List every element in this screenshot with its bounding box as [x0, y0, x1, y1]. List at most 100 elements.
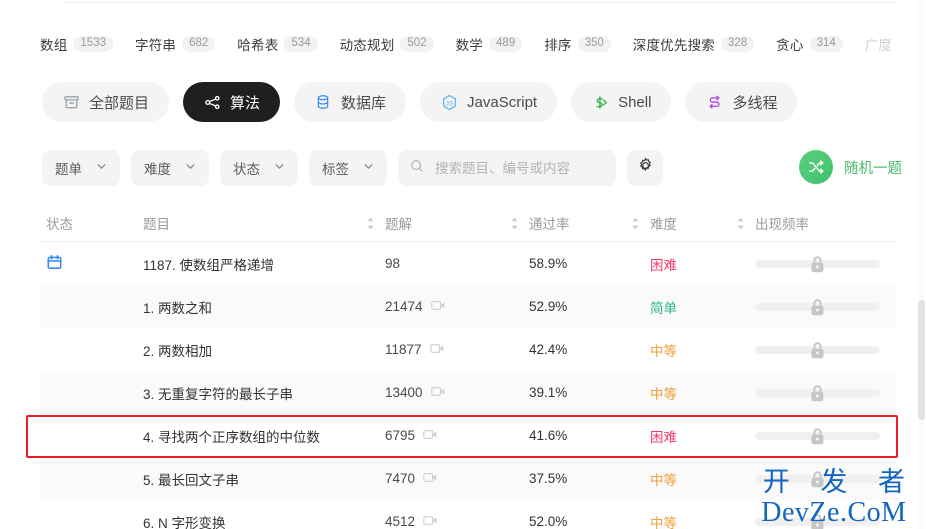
- video-icon[interactable]: [430, 384, 446, 402]
- category-pill-2[interactable]: 算法: [183, 82, 281, 122]
- tag-count: 534: [284, 36, 318, 52]
- top-divider: [62, 2, 898, 3]
- problem-title-link[interactable]: 6. N 字形变换: [143, 512, 226, 529]
- chevron-down-icon: [185, 161, 196, 175]
- filter-toolbar: 题单 难度 状态 标签: [42, 150, 898, 186]
- page-scrollbar[interactable]: [918, 0, 925, 529]
- video-icon[interactable]: [423, 470, 438, 488]
- tag-item-truncated[interactable]: 广度: [865, 34, 892, 54]
- frequency-meter: [755, 255, 880, 272]
- row-solutions-cell: 4512: [385, 513, 529, 529]
- table-row[interactable]: 1. 两数之和 21474 52.9% 简单: [40, 285, 896, 328]
- table-header-row: 状态 题目 题解 通过率 难度 出现频率: [40, 205, 896, 242]
- table-row[interactable]: 6. N 字形变换 4512 52.0% 中等: [40, 500, 896, 529]
- column-header-2[interactable]: 题目: [143, 213, 385, 233]
- problem-title-link[interactable]: 1. 两数之和: [143, 297, 212, 317]
- filter-label: 状态: [233, 162, 260, 177]
- row-title-cell[interactable]: 5. 最长回文子串: [143, 469, 385, 489]
- calendar-icon[interactable]: [46, 254, 63, 274]
- row-pass-rate-cell: 41.6%: [529, 428, 650, 443]
- column-header-5[interactable]: 难度: [650, 213, 755, 233]
- solution-count: 6795: [385, 428, 416, 443]
- tag-count: 489: [489, 36, 523, 52]
- frequency-meter: [755, 384, 880, 401]
- difficulty-badge: 简单: [650, 300, 677, 316]
- gear-icon: [637, 157, 654, 179]
- filter-problem-list[interactable]: 题单: [42, 150, 120, 186]
- sort-toggle-icon[interactable]: [631, 217, 640, 230]
- video-icon[interactable]: [429, 341, 445, 359]
- row-title-cell[interactable]: 1187. 使数组严格递增: [143, 254, 385, 274]
- category-pill-4[interactable]: JS JavaScript: [420, 82, 558, 122]
- column-header-label: 难度: [650, 217, 677, 232]
- filter-tags[interactable]: 标签: [309, 150, 387, 186]
- tag-count: 502: [400, 36, 434, 52]
- problem-title-link[interactable]: 2. 两数相加: [143, 340, 212, 360]
- tag-item[interactable]: 哈希表 534: [237, 34, 318, 54]
- category-pill-5[interactable]: Shell: [571, 82, 672, 122]
- tag-label: 数学: [455, 38, 483, 53]
- table-row[interactable]: 5. 最长回文子串 7470 37.5% 中等: [40, 457, 896, 500]
- difficulty-badge: 中等: [650, 386, 677, 402]
- problem-title-link[interactable]: 4. 寻找两个正序数组的中位数: [143, 426, 320, 446]
- lock-icon[interactable]: [809, 384, 826, 406]
- tag-item[interactable]: 数学 489: [456, 34, 523, 54]
- category-pill-3[interactable]: 数据库: [294, 82, 407, 122]
- frequency-meter: [755, 427, 880, 444]
- difficulty-badge: 中等: [650, 515, 677, 529]
- tag-label: 哈希表: [237, 38, 279, 53]
- page-scrollbar-thumb[interactable]: [918, 300, 925, 420]
- tag-count: 350: [577, 36, 611, 52]
- table-row[interactable]: 2. 两数相加 11877 42.4% 中等: [40, 328, 896, 371]
- category-pill-1[interactable]: 全部题目: [42, 82, 170, 122]
- lock-icon[interactable]: [809, 427, 826, 449]
- tag-label: 字符串: [135, 38, 177, 53]
- tag-item[interactable]: 深度优先搜索 328: [633, 34, 755, 54]
- filter-status[interactable]: 状态: [220, 150, 298, 186]
- column-header-4[interactable]: 通过率: [529, 213, 650, 233]
- sort-toggle-icon[interactable]: [366, 217, 375, 230]
- sort-toggle-icon[interactable]: [736, 217, 745, 230]
- lock-icon[interactable]: [809, 470, 826, 492]
- row-title-cell[interactable]: 2. 两数相加: [143, 340, 385, 360]
- row-title-cell[interactable]: 1. 两数之和: [143, 297, 385, 317]
- tag-item[interactable]: 动态规划 502: [340, 34, 434, 54]
- solution-count: 7470: [385, 471, 416, 486]
- search-box[interactable]: [398, 150, 616, 186]
- row-title-cell[interactable]: 3. 无重复字符的最长子串: [143, 383, 385, 403]
- row-title-cell[interactable]: 4. 寻找两个正序数组的中位数: [143, 426, 385, 446]
- problem-title-link[interactable]: 5. 最长回文子串: [143, 469, 239, 489]
- lock-icon[interactable]: [809, 255, 826, 277]
- tag-item[interactable]: 字符串 682: [135, 34, 216, 54]
- category-pill-6[interactable]: 多线程: [685, 82, 798, 122]
- random-problem-button[interactable]: 随机一题: [799, 150, 902, 184]
- table-body: 1187. 使数组严格递增 98 58.9% 困难 1. 两数之和 21474 52.9% 简…: [40, 242, 896, 529]
- row-difficulty-cell: 中等: [650, 340, 755, 360]
- tag-item[interactable]: 贪心 314: [776, 34, 843, 54]
- archive-icon: [62, 93, 80, 111]
- table-row[interactable]: 4. 寻找两个正序数组的中位数 6795 41.6% 困难: [40, 414, 896, 457]
- settings-button[interactable]: [627, 150, 663, 186]
- database-icon: [314, 93, 332, 111]
- column-header-3[interactable]: 题解: [385, 213, 529, 233]
- sort-toggle-icon[interactable]: [510, 217, 519, 230]
- filter-difficulty[interactable]: 难度: [131, 150, 209, 186]
- video-icon[interactable]: [423, 513, 438, 529]
- table-row[interactable]: 1187. 使数组严格递增 98 58.9% 困难: [40, 242, 896, 285]
- video-icon[interactable]: [423, 427, 438, 445]
- lock-icon[interactable]: [809, 513, 826, 529]
- problem-title-link[interactable]: 3. 无重复字符的最长子串: [143, 383, 293, 403]
- row-frequency-cell: [755, 341, 896, 358]
- lock-icon[interactable]: [809, 298, 826, 320]
- problem-title-link[interactable]: 1187. 使数组严格递增: [143, 254, 274, 274]
- tag-item[interactable]: 数组 1533: [40, 34, 113, 54]
- filter-label: 题单: [55, 162, 82, 177]
- row-title-cell[interactable]: 6. N 字形变换: [143, 512, 385, 529]
- table-row[interactable]: 3. 无重复字符的最长子串 13400 39.1% 中等: [40, 371, 896, 414]
- tag-item[interactable]: 排序 350: [544, 34, 611, 54]
- row-frequency-cell: [755, 427, 896, 444]
- lock-icon[interactable]: [809, 341, 826, 363]
- row-status-cell: [40, 254, 143, 274]
- search-input[interactable]: [433, 159, 604, 177]
- video-icon[interactable]: [430, 298, 446, 316]
